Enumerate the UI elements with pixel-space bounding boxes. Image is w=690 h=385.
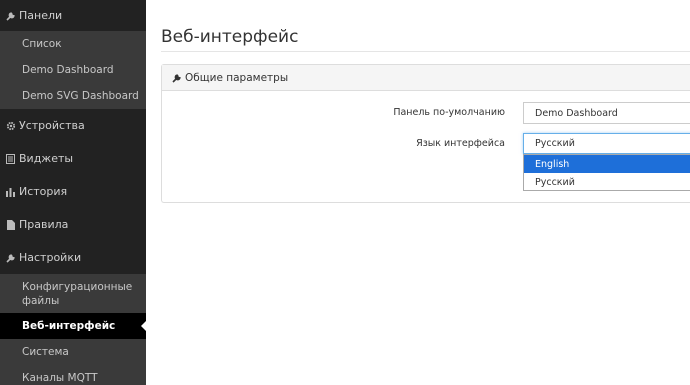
title-divider (161, 51, 690, 52)
nav-section-rules[interactable]: Правила (0, 208, 146, 241)
language-dropdown: English Русский (523, 154, 690, 191)
nav-section-label: Панели (19, 9, 63, 22)
panels-submenu: Список Demo Dashboard Demo SVG Dashboard (0, 31, 146, 109)
sidebar-item-demo-dashboard[interactable]: Demo Dashboard (0, 57, 146, 83)
nav-section-widgets[interactable]: Виджеты (0, 142, 146, 175)
sidebar-item-list[interactable]: Список (0, 31, 146, 57)
panel-heading: Общие параметры (162, 65, 690, 91)
language-label: Язык интерфейса (416, 138, 505, 149)
language-value: Русский (535, 138, 575, 149)
default-panel-label: Панель по-умолчанию (393, 107, 505, 118)
sidebar: Панели Список Demo Dashboard Demo SVG Da… (0, 0, 146, 385)
wrench-icon (172, 73, 182, 83)
nav-section-label: Виджеты (19, 152, 74, 165)
nav-section-label: Устройства (19, 119, 85, 132)
sidebar-item-config-files[interactable]: Конфигурационные файлы (0, 274, 132, 313)
sidebar-item-system[interactable]: Система (0, 339, 146, 365)
language-select[interactable]: Русский (523, 133, 690, 154)
gear-icon (4, 121, 17, 131)
nav-section-label: История (19, 185, 68, 198)
nav-section-panels[interactable]: Панели (0, 0, 146, 31)
list-icon (4, 153, 17, 164)
nav-section-devices[interactable]: Устройства (0, 109, 146, 142)
wrench-icon (4, 11, 17, 21)
nav-section-history[interactable]: История (0, 175, 146, 208)
language-option-russian[interactable]: Русский (524, 173, 690, 191)
nav-section-label: Настройки (19, 251, 82, 264)
nav-section-label: Правила (19, 218, 69, 231)
settings-submenu: Конфигурационные файлы Веб-интерфейс Сис… (0, 274, 146, 385)
bar-chart-icon (4, 187, 17, 197)
file-icon (4, 219, 17, 230)
panel-heading-label: Общие параметры (185, 71, 289, 84)
default-panel-value: Demo Dashboard (535, 107, 618, 119)
sidebar-item-mqtt-channels[interactable]: Каналы MQTT (0, 365, 146, 385)
default-panel-select[interactable]: Demo Dashboard (523, 102, 690, 124)
main-content: Веб-интерфейс Общие параметры Панель по-… (146, 0, 690, 385)
wrench-icon (4, 253, 17, 263)
sidebar-item-demo-svg-dashboard[interactable]: Demo SVG Dashboard (0, 83, 146, 109)
sidebar-item-web-ui[interactable]: Веб-интерфейс (0, 313, 146, 339)
language-option-english[interactable]: English (524, 155, 690, 173)
nav-section-settings[interactable]: Настройки (0, 241, 146, 274)
page-title: Веб-интерфейс (161, 27, 299, 47)
